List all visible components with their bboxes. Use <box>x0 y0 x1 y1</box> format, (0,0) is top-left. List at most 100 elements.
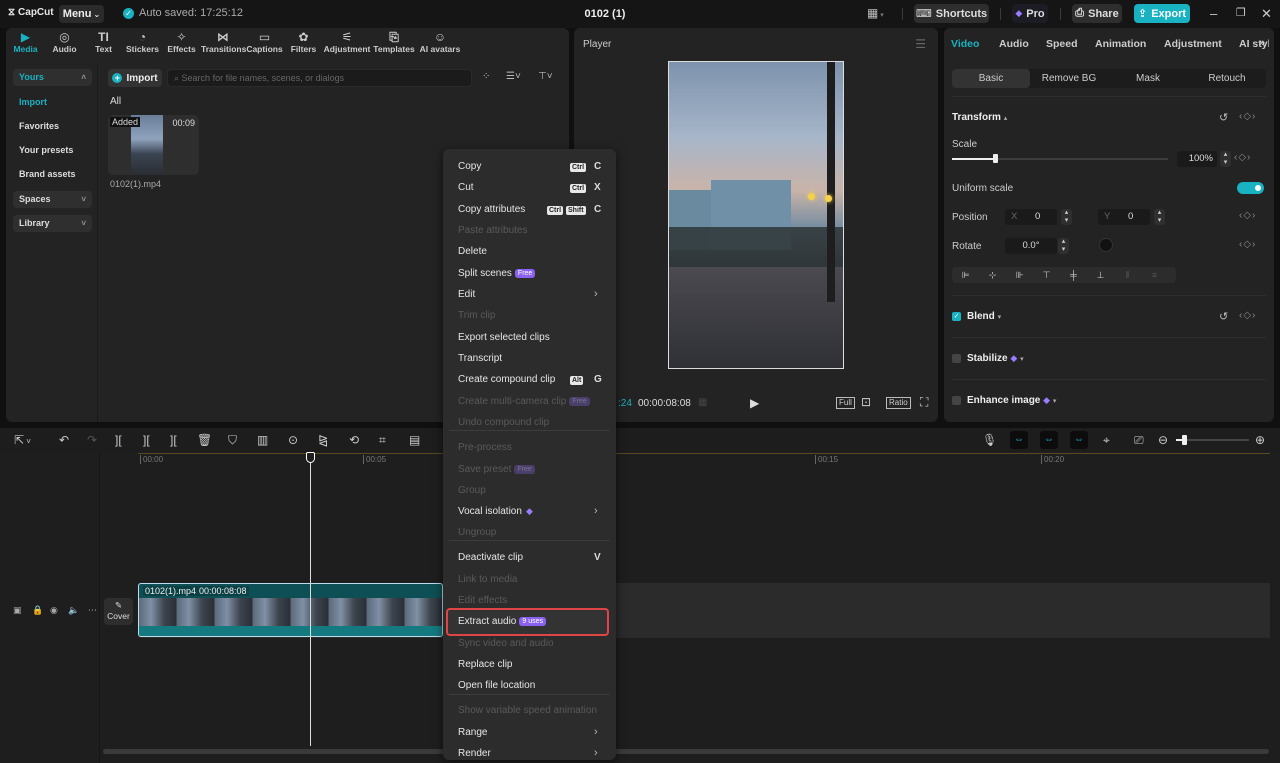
sidebar-library[interactable]: Library ˅ <box>13 215 92 232</box>
stabilize-section[interactable]: Stabilize ◆ ▾ <box>967 353 1024 364</box>
export-button[interactable]: ⇪ Export <box>1134 4 1190 23</box>
tool-adjustment[interactable]: ⚟ Adjustment <box>323 28 371 60</box>
blend-checkbox[interactable]: ✓ <box>952 312 961 321</box>
menu-item-split-scenes[interactable]: Split scenes Free <box>458 268 536 279</box>
thumbnail-settings-icon[interactable]: ⎚ <box>1134 433 1144 448</box>
zoom-in-icon[interactable]: ⊕ <box>1255 433 1265 447</box>
reset-icon[interactable]: ↺ <box>1219 310 1228 323</box>
mirror-icon[interactable]: ⧎ <box>318 433 328 447</box>
scale-input[interactable]: 100% <box>1177 151 1217 167</box>
tab-adjustment[interactable]: Adjustment <box>1164 38 1222 50</box>
menu-item-render[interactable]: Render <box>458 748 491 759</box>
import-button[interactable]: + Import <box>108 69 162 87</box>
track-video-icon[interactable]: ▣ <box>13 605 22 616</box>
sort-icon[interactable]: ☰˅ <box>506 71 521 82</box>
tool-ai-avatars[interactable]: ☺ AI avatars <box>417 28 463 60</box>
lock-icon[interactable]: 🔒 <box>32 605 43 616</box>
rotate-stepper[interactable]: ▴ ▾ <box>1058 238 1069 254</box>
full-quality-button[interactable]: Full <box>836 397 855 409</box>
undo-icon[interactable]: ↶ <box>59 433 69 447</box>
menu-item-export-selected-clips[interactable]: Export selected clips <box>458 332 550 343</box>
playhead[interactable] <box>310 452 311 746</box>
ratio-button[interactable]: Ratio <box>886 397 911 409</box>
subtab-remove-bg[interactable]: Remove BG <box>1030 69 1108 88</box>
blend-section[interactable]: Blend ▾ <box>967 311 1001 322</box>
keyframe-icon[interactable]: ‹◇› <box>1234 152 1251 163</box>
layout-icon[interactable]: ▦ ▾ <box>867 6 884 20</box>
sidebar-item-import[interactable]: Import <box>13 94 92 111</box>
align-top-icon[interactable]: ⊤ <box>1033 270 1060 281</box>
menu-item-replace-clip[interactable]: Replace clip <box>458 659 512 670</box>
tool-filters[interactable]: ✿ Filters <box>284 28 323 60</box>
sidebar-spaces[interactable]: Spaces ˅ <box>13 191 92 208</box>
fullscreen-icon[interactable]: ⛶ <box>920 395 928 410</box>
rotate-input[interactable]: 0.0° <box>1005 238 1057 254</box>
crop-icon[interactable]: ⌗ <box>379 433 386 448</box>
video-clip[interactable]: 0102(1).mp4 00:00:08:08 <box>138 583 443 637</box>
linkage-icon[interactable]: ⇔ <box>1070 431 1088 449</box>
zoom-out-icon[interactable]: ⊖ <box>1158 433 1168 447</box>
tool-captions[interactable]: ▭ Captions <box>245 28 284 60</box>
split-right-icon[interactable]: ][ <box>170 433 177 447</box>
sidebar-item-presets[interactable]: Your presets <box>13 142 92 159</box>
position-y-input[interactable]: Y0 <box>1098 209 1150 225</box>
tab-speed[interactable]: Speed <box>1046 38 1078 50</box>
share-button[interactable]: ⎙ Share <box>1072 4 1122 23</box>
position-x-input[interactable]: X0 <box>1005 209 1057 225</box>
menu-item-create-compound-clip[interactable]: Create compound clip <box>458 374 555 385</box>
sidebar-yours[interactable]: Yours ˄ <box>13 69 92 86</box>
keyframe-icon[interactable]: ‹◇› <box>1239 310 1256 321</box>
marker-icon[interactable]: ⛉ <box>228 433 237 448</box>
tool-transitions[interactable]: ⋈ Transitions <box>201 28 246 60</box>
menu-item-deactivate-clip[interactable]: Deactivate clip <box>458 552 523 563</box>
media-thumbnail[interactable]: Added 00:09 <box>108 115 199 175</box>
menu-item-transcript[interactable]: Transcript <box>458 353 502 364</box>
playhead-handle[interactable] <box>306 452 315 463</box>
split-icon[interactable]: ][ <box>115 433 122 447</box>
menu-item-copy[interactable]: Copy <box>458 161 481 172</box>
remove-bg-icon[interactable]: ▤ <box>409 433 420 447</box>
menu-item-cut[interactable]: Cut <box>458 182 474 193</box>
menu-item-delete[interactable]: Delete <box>458 246 487 257</box>
close-icon[interactable]: ✕ <box>1261 6 1272 22</box>
scale-stepper[interactable]: ▴ ▾ <box>1220 151 1231 167</box>
tab-video[interactable]: Video <box>951 38 979 50</box>
tab-audio[interactable]: Audio <box>999 38 1029 50</box>
zoom-slider-handle[interactable] <box>1182 435 1187 445</box>
microphone-icon[interactable]: 🎙 <box>982 433 997 447</box>
cover-button[interactable]: ✎ Cover <box>104 598 133 625</box>
stabilize-checkbox[interactable] <box>952 354 961 363</box>
tool-audio[interactable]: ◎ Audio <box>45 28 84 60</box>
tool-media[interactable]: ▶ Media <box>6 28 45 60</box>
rotate-dial[interactable] <box>1099 238 1113 252</box>
tabs-more-icon[interactable]: » <box>1259 37 1265 49</box>
enhance-checkbox[interactable] <box>952 396 961 405</box>
play-icon[interactable]: ▶ <box>750 396 759 410</box>
more-icon[interactable]: ⋯ <box>88 605 97 616</box>
subtab-retouch[interactable]: Retouch <box>1188 69 1266 88</box>
tool-templates[interactable]: ⎘ Templates <box>371 28 417 60</box>
main-track-magnet-icon[interactable]: ⇔ <box>1010 431 1028 449</box>
enhance-section[interactable]: Enhance image ◆ ▾ <box>967 395 1056 406</box>
rotate-icon[interactable]: ⟲ <box>349 433 359 447</box>
shortcuts-button[interactable]: ⌨ Shortcuts <box>914 4 989 23</box>
keyframe-icon[interactable]: ‹◇› <box>1239 210 1256 221</box>
tool-stickers[interactable]: ◔ Stickers <box>123 28 162 60</box>
pro-button[interactable]: ◆ Pro <box>1012 4 1048 23</box>
align-bottom-icon[interactable]: ⊥ <box>1087 270 1114 281</box>
timeline-zoom-slider[interactable] <box>1176 435 1249 445</box>
menu-item-edit[interactable]: Edit <box>458 289 475 300</box>
delete-icon[interactable]: 🗑 <box>197 433 212 447</box>
video-preview[interactable] <box>668 61 844 369</box>
align-left-icon[interactable]: ⊫ <box>952 270 979 281</box>
auto-snap-icon[interactable]: ⇔ <box>1040 431 1058 449</box>
hamburger-menu-icon[interactable]: ☰ <box>915 37 926 51</box>
preview-axis-icon[interactable]: ⌖ <box>1103 433 1110 448</box>
align-right-icon[interactable]: ⊪ <box>1006 270 1033 281</box>
keyframe-icon[interactable]: ‹◇› <box>1239 239 1256 250</box>
subtab-mask[interactable]: Mask <box>1109 69 1187 88</box>
restore-icon[interactable]: ❐ <box>1236 6 1246 19</box>
speed-icon[interactable]: ⊙ <box>288 433 298 447</box>
tool-effects[interactable]: ✧ Effects <box>162 28 201 60</box>
menu-item-open-file-location[interactable]: Open file location <box>458 680 535 691</box>
